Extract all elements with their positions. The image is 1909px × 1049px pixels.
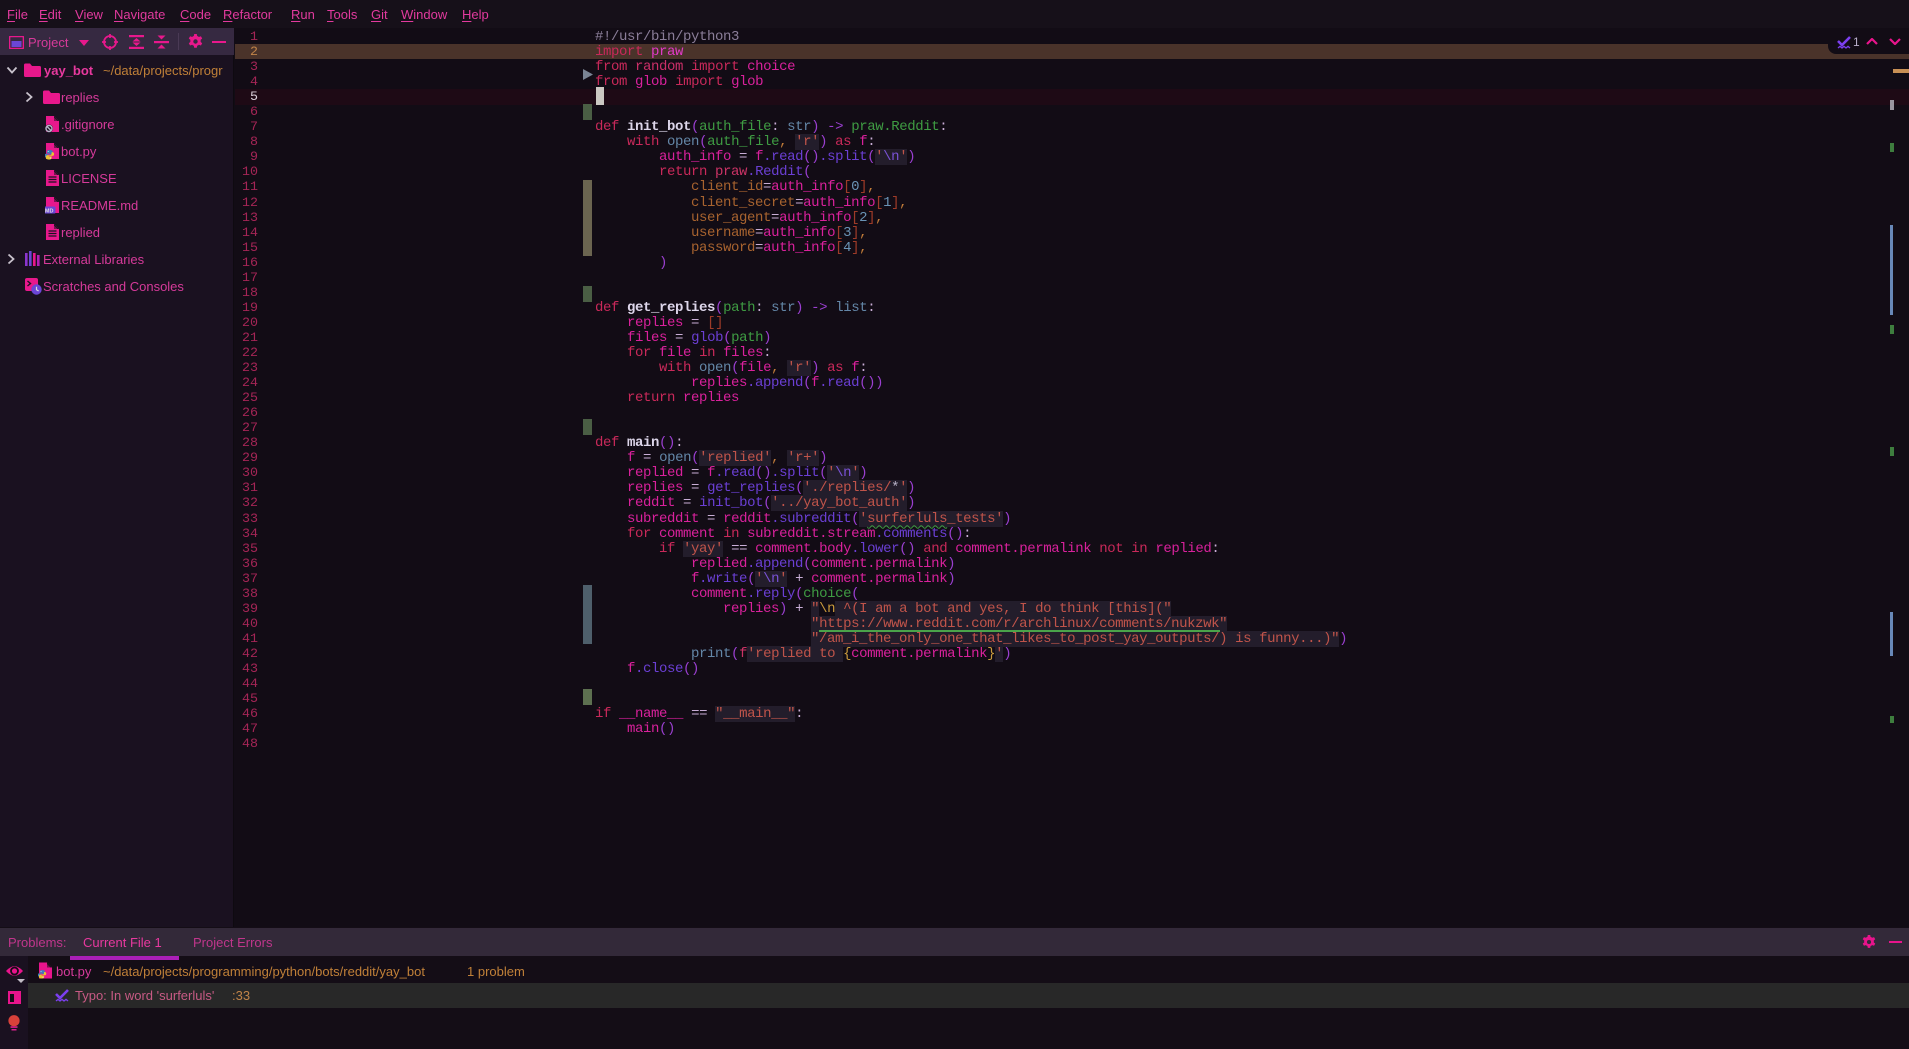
svg-text:MD: MD [45,208,54,214]
